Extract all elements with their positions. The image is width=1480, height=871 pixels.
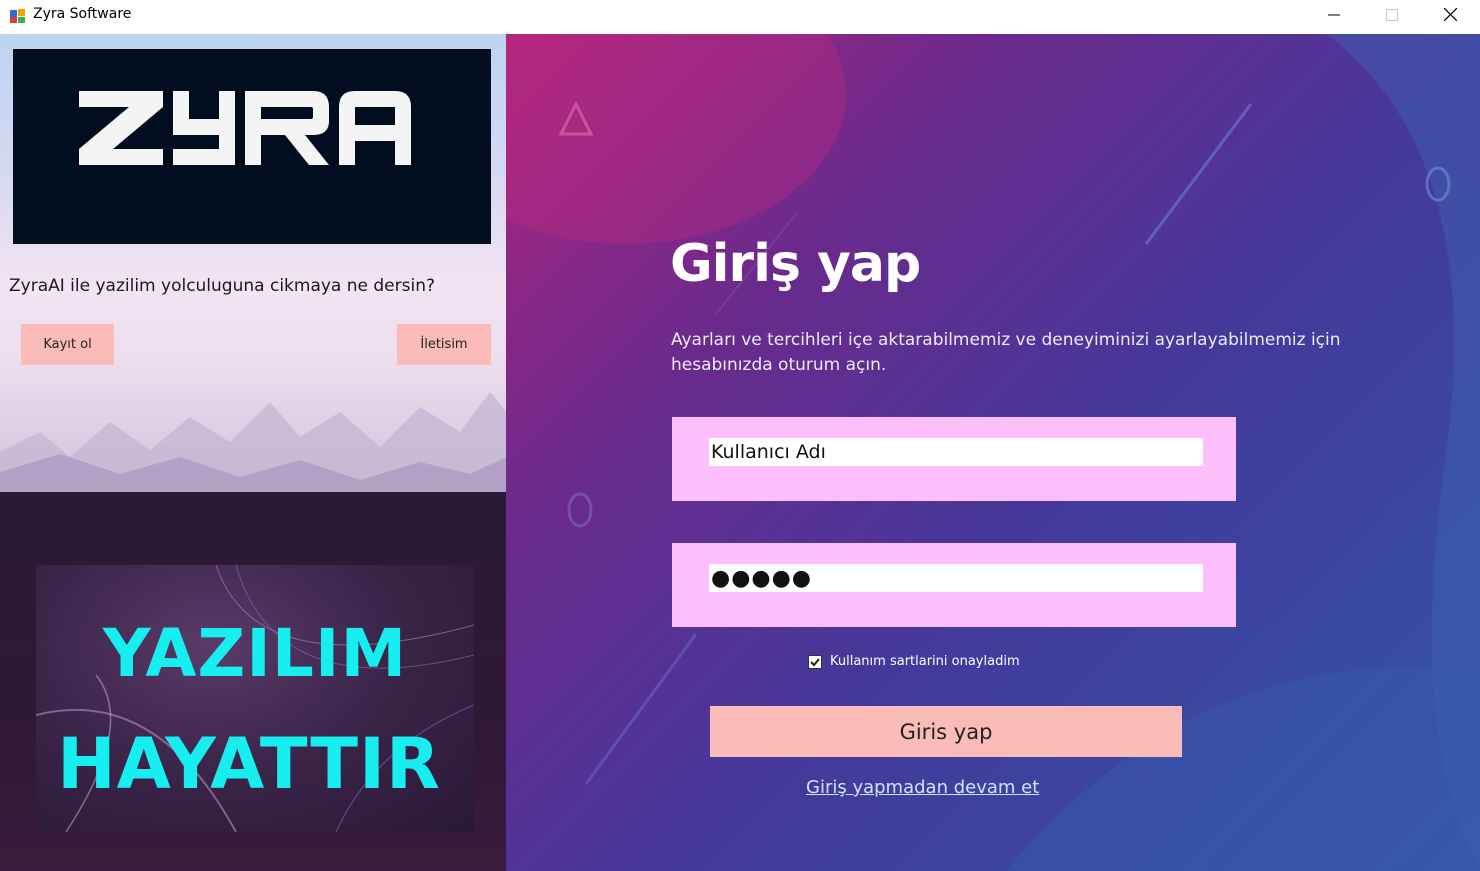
password-input[interactable]: ●●●●● [709, 564, 1203, 592]
password-masked-value: ●●●●● [711, 565, 812, 591]
guest-continue-link[interactable]: Giriş yapmadan devam et [806, 777, 1039, 798]
close-icon [1443, 6, 1457, 25]
windows-form-icon [9, 7, 27, 25]
maximize-icon [1386, 6, 1398, 25]
zyra-logo [13, 49, 491, 244]
login-panel: Giriş yap Ayarları ve tercihleri içe akt… [506, 34, 1480, 871]
maximize-button[interactable] [1363, 0, 1421, 30]
tagline-text: ZyraAI ile yazilim yolculuguna cikmaya n… [9, 276, 435, 296]
minimize-button[interactable] [1305, 0, 1363, 30]
contact-button[interactable]: İletisim [397, 324, 491, 365]
terms-checkbox[interactable] [808, 654, 822, 669]
minimize-icon [1328, 6, 1340, 25]
terms-row: Kullanım sartlarini onayladim [808, 654, 1020, 669]
username-field-container: Kullanıcı Adı [672, 417, 1236, 501]
page-title: Giriş yap [670, 234, 921, 294]
signup-button[interactable]: Kayıt ol [21, 324, 114, 365]
banner-line-2: HAYATTIR [57, 723, 441, 805]
left-bottom-panel: YAZILIM HAYATTIR [0, 492, 506, 871]
window-title: Zyra Software [33, 6, 132, 22]
promo-banner: YAZILIM HAYATTIR [36, 565, 474, 832]
banner-line-1: YAZILIM [102, 615, 408, 692]
left-top-panel: ZyraAI ile yazilim yolculuguna cikmaya n… [0, 34, 506, 492]
username-input[interactable]: Kullanıcı Adı [709, 438, 1203, 466]
terms-label: Kullanım sartlarini onayladim [830, 654, 1020, 669]
login-button[interactable]: Giris yap [710, 706, 1182, 757]
close-button[interactable] [1421, 0, 1479, 30]
login-description: Ayarları ve tercihleri içe aktarabilmemi… [671, 330, 1341, 375]
title-bar: Zyra Software [0, 0, 1480, 34]
mountains-background [0, 392, 506, 492]
password-field-container: ●●●●● [672, 543, 1236, 627]
checkmark-icon [810, 657, 820, 666]
